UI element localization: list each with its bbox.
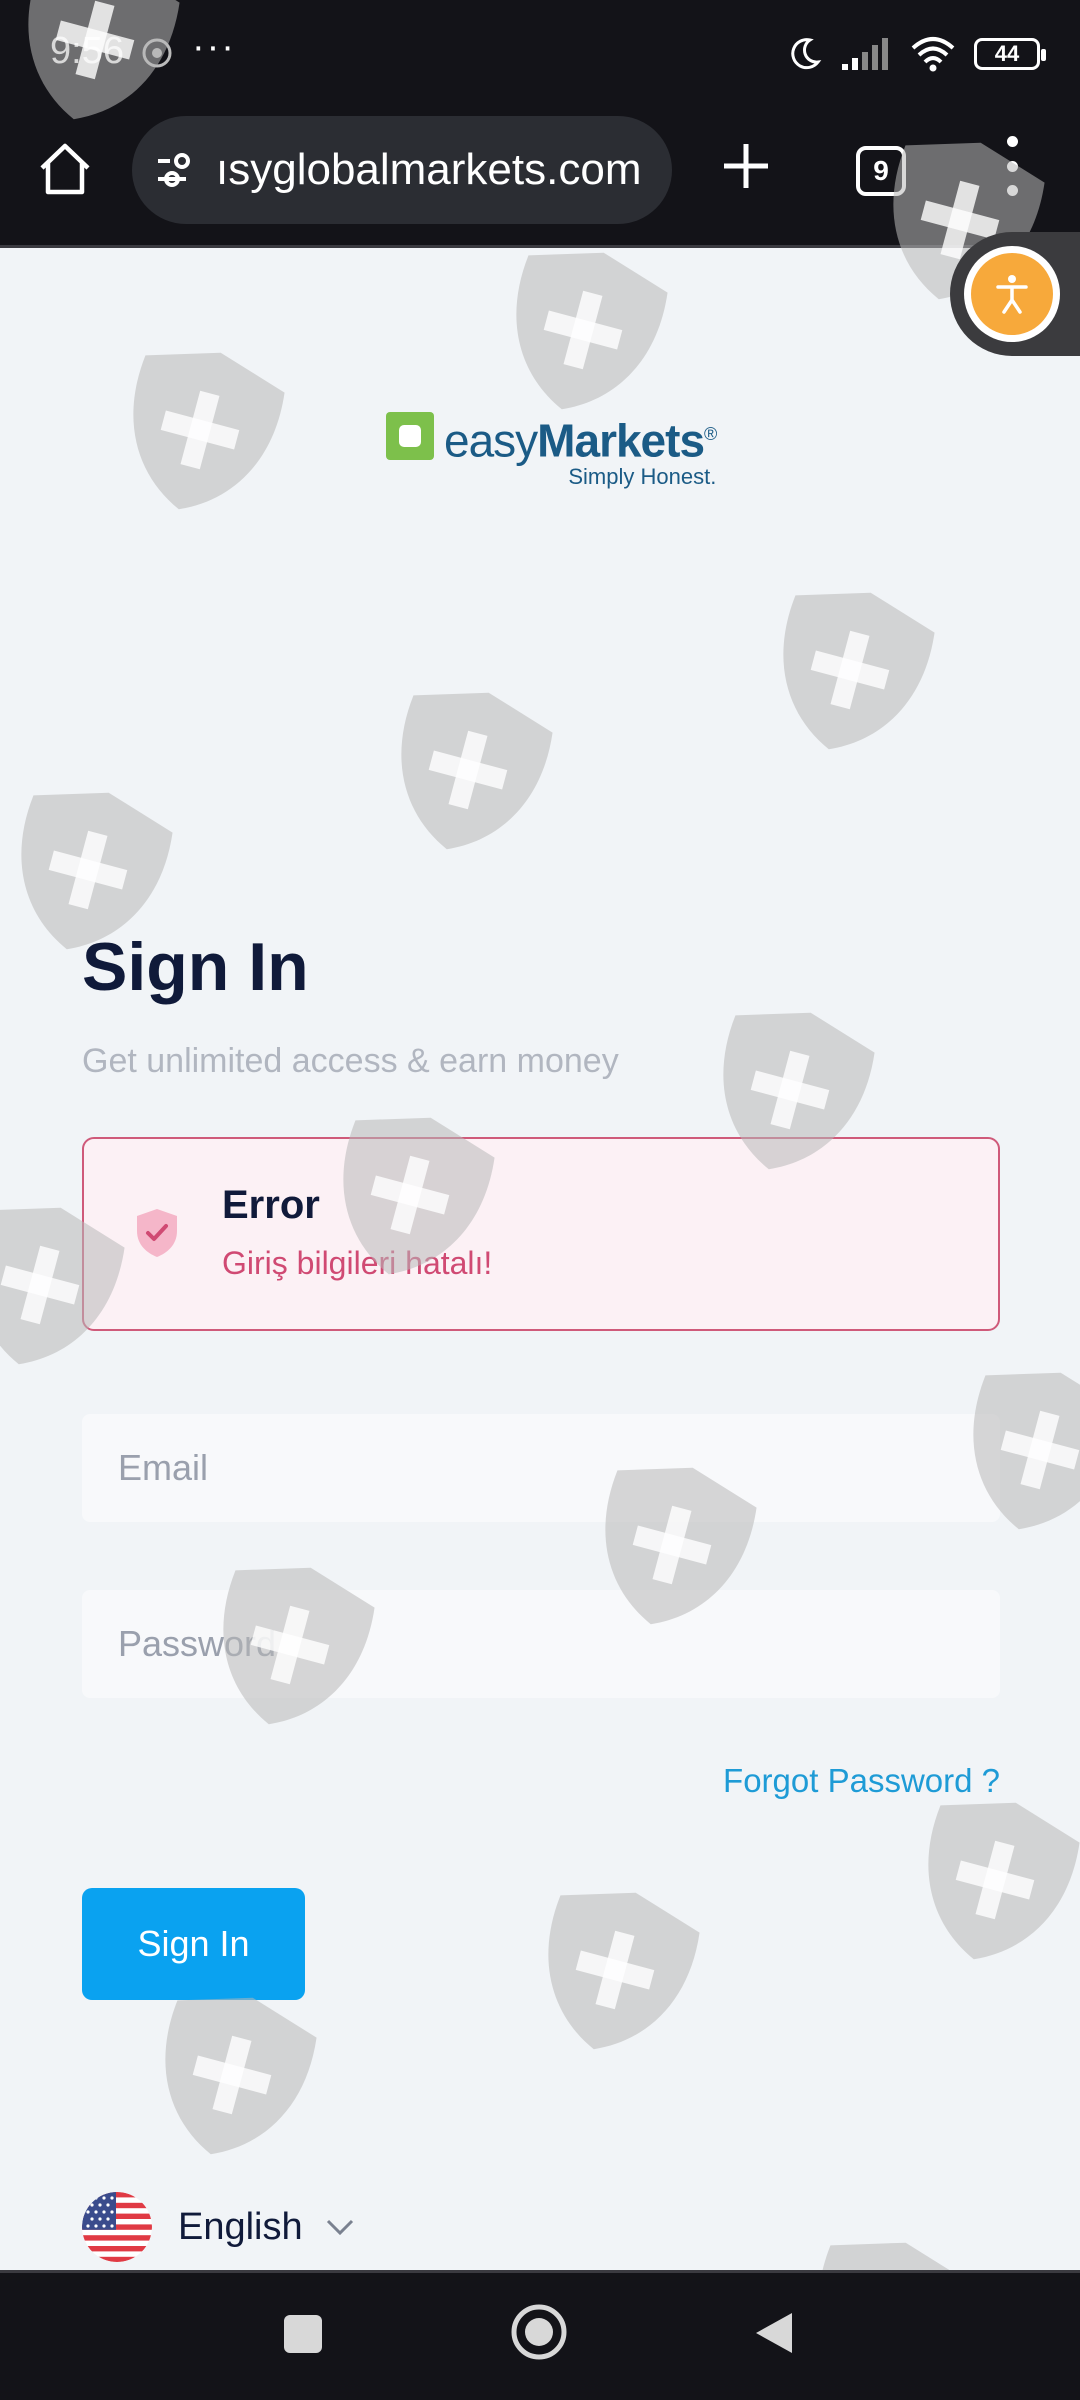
signal-icon bbox=[842, 38, 888, 70]
logo-tagline: Simply Honest. bbox=[568, 464, 717, 490]
chevron-down-icon[interactable] bbox=[325, 2217, 355, 2237]
nav-home-icon[interactable] bbox=[510, 2303, 568, 2361]
status-more-notifications: ··· bbox=[192, 26, 236, 68]
email-field[interactable] bbox=[82, 1414, 1000, 1522]
tab-count: 9 bbox=[873, 155, 889, 186]
chrome-icon bbox=[142, 38, 172, 68]
logo-mark-icon bbox=[386, 412, 434, 460]
accessibility-button[interactable] bbox=[950, 232, 1080, 356]
error-message: Giriş bilgileri hatalı! bbox=[222, 1245, 493, 1281]
us-flag-icon bbox=[82, 2192, 152, 2262]
status-bar: 9:56 ··· 44 bbox=[0, 0, 1080, 110]
logo-text: easyMarkets® Simply Honest. bbox=[444, 408, 717, 490]
plus-icon[interactable] bbox=[720, 140, 772, 192]
address-bar[interactable]: ısyglobalmarkets.com bbox=[132, 116, 672, 224]
system-nav-bar bbox=[0, 2270, 1080, 2400]
tune-icon[interactable] bbox=[152, 145, 202, 195]
battery-indicator: 44 bbox=[974, 38, 1046, 70]
language-label[interactable]: English bbox=[178, 2206, 303, 2249]
wifi-icon bbox=[911, 37, 955, 72]
easymarkets-logo[interactable]: easyMarkets® Simply Honest. bbox=[386, 408, 717, 490]
error-alert: Error Giriş bilgileri hatalı! bbox=[82, 1137, 1000, 1331]
moon-icon bbox=[791, 38, 822, 70]
password-field[interactable] bbox=[82, 1590, 1000, 1698]
logo-name: easyMarkets® bbox=[444, 414, 717, 467]
language-selector[interactable]: English bbox=[82, 2192, 355, 2262]
browser-toolbar: ısyglobalmarkets.com 9 bbox=[0, 110, 1080, 248]
sign-in-button[interactable]: Sign In bbox=[82, 1888, 305, 2000]
page-subtitle: Get unlimited access & earn money bbox=[82, 1042, 619, 1080]
more-vert-icon[interactable] bbox=[1000, 136, 1024, 196]
battery-level: 44 bbox=[994, 41, 1020, 66]
error-title: Error bbox=[222, 1183, 320, 1227]
status-indicators: 44 bbox=[786, 30, 1046, 78]
accessibility-icon bbox=[996, 275, 1028, 314]
recents-icon[interactable] bbox=[284, 2315, 322, 2353]
home-icon[interactable] bbox=[36, 140, 94, 198]
status-time: 9:56 bbox=[50, 30, 124, 72]
back-icon[interactable] bbox=[752, 2309, 796, 2357]
url-text[interactable]: ısyglobalmarkets.com bbox=[216, 145, 641, 195]
shield-check-icon bbox=[137, 1209, 177, 1257]
tab-switcher-button[interactable]: 9 bbox=[856, 146, 906, 196]
forgot-password-link[interactable]: Forgot Password ? bbox=[723, 1762, 1000, 1800]
page-title: Sign In bbox=[82, 929, 309, 1005]
